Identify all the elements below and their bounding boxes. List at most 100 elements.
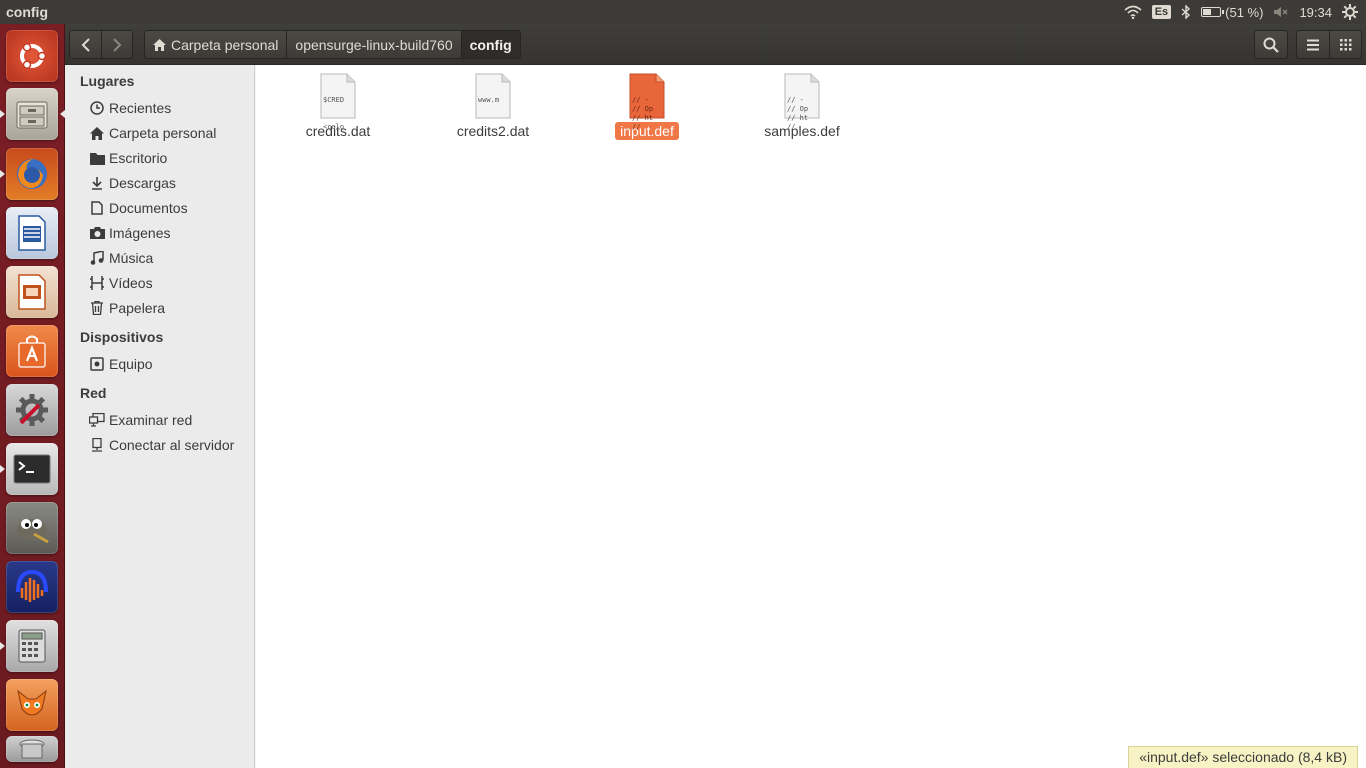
sidebar-item-label: Vídeos <box>109 275 153 291</box>
header-bar: Carpeta personal opensurge-linux-build76… <box>65 24 1366 65</box>
clock[interactable]: 19:34 <box>1299 5 1332 20</box>
sidebar-item-label: Papelera <box>109 300 166 316</box>
hamburger-menu-icon <box>1307 39 1319 50</box>
chevron-left-icon <box>81 37 90 52</box>
folder-icon <box>89 150 105 166</box>
launcher-audacity-button[interactable] <box>6 561 58 613</box>
indicator-area: Es (51 %) 19:34 <box>1124 0 1366 24</box>
sidebar-heading-network: Red <box>80 385 107 401</box>
document-icon <box>89 200 105 216</box>
launcher-firefox-button[interactable] <box>6 148 58 200</box>
trash-icon <box>89 300 105 316</box>
breadcrumb-home[interactable]: Carpeta personal <box>145 31 287 58</box>
sidebar-item-home[interactable]: Carpeta personal <box>89 122 255 144</box>
battery-indicator[interactable]: (51 %) <box>1201 5 1263 20</box>
sidebar-item-pictures[interactable]: Imágenes <box>89 222 255 244</box>
sidebar-item-label: Descargas <box>109 175 176 191</box>
sidebar-item-label: Imágenes <box>109 225 171 241</box>
sidebar-item-browse-network[interactable]: Examinar red <box>89 409 255 431</box>
keyboard-layout-indicator[interactable]: Es <box>1151 5 1172 19</box>
launcher-settings-button[interactable] <box>6 384 58 436</box>
search-button[interactable] <box>1254 30 1288 59</box>
sidebar-item-documents[interactable]: Documentos <box>89 197 255 219</box>
bluetooth-icon[interactable] <box>1181 5 1191 19</box>
status-bar: «input.def» seleccionado (8,4 kB) <box>1128 746 1358 768</box>
breadcrumb-label: Carpeta personal <box>171 36 279 53</box>
sidebar-item-computer[interactable]: Equipo <box>89 353 255 375</box>
keyboard-layout-label: Es <box>1151 5 1172 19</box>
file-preview-line: // - <box>787 96 804 104</box>
launcher-terminal-button[interactable] <box>6 443 58 495</box>
breadcrumb: Carpeta personal opensurge-linux-build76… <box>144 30 521 59</box>
grid-view-button[interactable] <box>1329 31 1361 58</box>
home-icon <box>89 125 105 141</box>
launcher-files-button[interactable] <box>6 88 58 140</box>
server-icon <box>89 437 105 453</box>
impress-presentation-icon <box>18 274 46 310</box>
battery-icon <box>1201 7 1225 17</box>
text-file-icon: www.m <box>475 73 511 119</box>
sidebar-item-desktop[interactable]: Escritorio <box>89 147 255 169</box>
sidebar-item-label: Conectar al servidor <box>109 437 235 453</box>
top-panel: config Es (51 %) 19:34 <box>0 0 1366 24</box>
download-icon <box>89 175 105 191</box>
sidebar-item-videos[interactable]: Vídeos <box>89 272 255 294</box>
session-gear-icon[interactable] <box>1342 4 1358 20</box>
grid-view-icon <box>1339 38 1351 50</box>
launcher-software-center-button[interactable] <box>6 325 58 377</box>
gimp-icon <box>17 519 49 544</box>
launcher-trash-button[interactable] <box>6 736 58 762</box>
search-icon <box>1263 37 1279 53</box>
breadcrumb-opensurge[interactable]: opensurge-linux-build760 <box>286 31 461 58</box>
file-item-input-def[interactable]: // -// Op// ht// input.def <box>582 73 712 140</box>
forward-button[interactable] <box>101 31 132 58</box>
text-file-icon: $CRED <colo <box>320 73 356 131</box>
back-button[interactable] <box>70 31 101 58</box>
sidebar-item-label: Carpeta personal <box>109 125 217 141</box>
system-settings-icon <box>16 394 48 426</box>
launcher-writer-button[interactable] <box>6 207 58 259</box>
sidebar-item-recent[interactable]: Recientes <box>89 97 255 119</box>
sidebar-item-trash[interactable]: Papelera <box>89 297 255 319</box>
file-preview-line: www.m <box>478 96 500 104</box>
music-icon <box>89 250 105 266</box>
sidebar-item-downloads[interactable]: Descargas <box>89 172 255 194</box>
sidebar-heading-devices: Dispositivos <box>80 329 164 345</box>
places-sidebar: Lugares Recientes Carpeta personal Escri… <box>65 65 255 768</box>
file-view[interactable]: $CRED <colo credits.dat www.m credits2.d… <box>256 65 1366 768</box>
clock-icon <box>89 100 105 116</box>
terminal-icon <box>13 454 51 484</box>
breadcrumb-label: config <box>469 36 512 53</box>
sidebar-item-music[interactable]: Música <box>89 247 255 269</box>
sidebar-item-label: Música <box>109 250 154 266</box>
sidebar-item-label: Examinar red <box>109 412 193 428</box>
sidebar-item-label: Recientes <box>109 100 172 116</box>
opensurge-fox-icon <box>17 689 47 716</box>
chevron-right-icon <box>113 37 122 52</box>
camera-icon <box>89 225 105 241</box>
launcher-calculator-button[interactable] <box>6 620 58 672</box>
file-preview-line: // <box>787 123 796 131</box>
network-icon <box>89 412 105 428</box>
wifi-icon[interactable] <box>1124 5 1142 19</box>
file-preview-line: // ht <box>632 114 654 122</box>
launcher-gimp-button[interactable] <box>6 502 58 554</box>
writer-document-icon <box>18 215 46 251</box>
dash-home-button[interactable] <box>6 30 58 82</box>
battery-text: (51 %) <box>1225 4 1264 20</box>
file-item-credits-dat[interactable]: $CRED <colo credits.dat <box>273 73 403 140</box>
menu-button[interactable] <box>1297 31 1329 58</box>
file-item-credits2-dat[interactable]: www.m credits2.dat <box>428 73 558 140</box>
calculator-icon <box>18 629 46 663</box>
volume-muted-icon[interactable] <box>1273 5 1289 19</box>
launcher-impress-button[interactable] <box>6 266 58 318</box>
sidebar-item-connect-server[interactable]: Conectar al servidor <box>89 434 255 456</box>
file-item-samples-def[interactable]: // -// Op// ht// samples.def <box>737 73 867 140</box>
unity-launcher <box>0 24 65 768</box>
file-preview-line: // Op <box>787 105 809 113</box>
shopping-bag-icon <box>18 335 46 368</box>
breadcrumb-label: opensurge-linux-build760 <box>295 36 453 53</box>
launcher-opensurge-button[interactable] <box>6 679 58 731</box>
trash-icon <box>19 739 45 759</box>
breadcrumb-config[interactable]: config <box>460 31 520 58</box>
